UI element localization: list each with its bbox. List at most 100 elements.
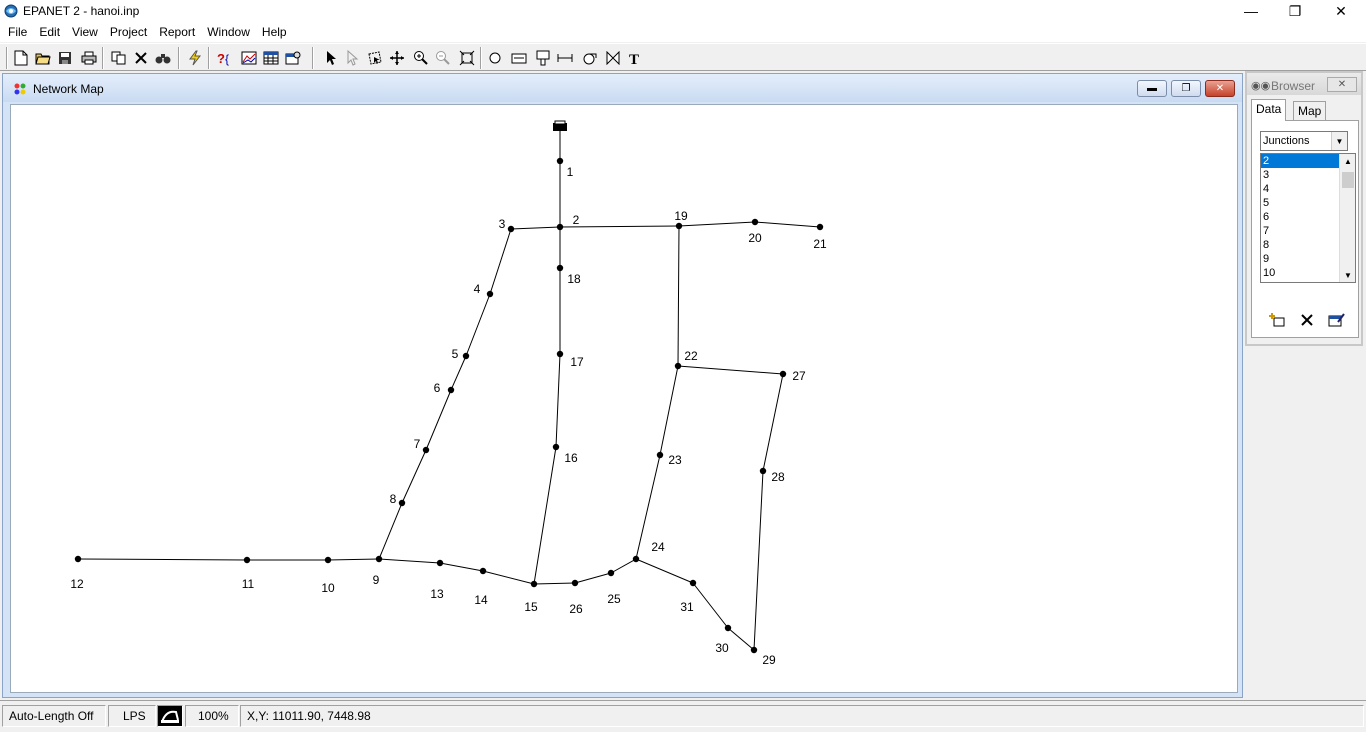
- pipe-22-23[interactable]: [659, 365, 679, 456]
- junction-node-18[interactable]: [556, 264, 564, 272]
- find-icon[interactable]: [152, 47, 174, 69]
- restore-button[interactable]: ❐: [1272, 0, 1318, 22]
- list-item[interactable]: 2: [1261, 154, 1339, 168]
- add-tank-icon[interactable]: [532, 47, 554, 69]
- edit-object-icon[interactable]: [1326, 309, 1348, 331]
- full-extent-icon[interactable]: [456, 47, 478, 69]
- add-object-icon[interactable]: [1266, 309, 1288, 331]
- pipe-5-6[interactable]: [450, 355, 467, 391]
- close-button[interactable]: ✕: [1318, 0, 1364, 22]
- copy-icon[interactable]: [108, 47, 130, 69]
- junction-node-2[interactable]: [556, 223, 564, 231]
- pipe-30-31[interactable]: [692, 582, 729, 629]
- pipe-6-7[interactable]: [425, 389, 452, 451]
- junction-node-13[interactable]: [436, 559, 444, 567]
- junction-node-31[interactable]: [689, 579, 697, 587]
- junction-node-7[interactable]: [422, 446, 430, 454]
- junction-node-19[interactable]: [675, 222, 683, 230]
- network-map-minimize-button[interactable]: ▬: [1137, 80, 1167, 97]
- object-category-select[interactable]: Junctions ▼: [1260, 131, 1348, 151]
- pipe-3-4[interactable]: [489, 228, 512, 295]
- new-file-icon[interactable]: [10, 47, 32, 69]
- junction-node-15[interactable]: [530, 580, 538, 588]
- scroll-down-icon[interactable]: ▼: [1340, 268, 1355, 282]
- menu-file[interactable]: File: [2, 22, 33, 42]
- junction-node-22[interactable]: [674, 362, 682, 370]
- pipe-28-29[interactable]: [753, 470, 764, 651]
- junction-node-20[interactable]: [751, 218, 759, 226]
- scroll-up-icon[interactable]: ▲: [1340, 154, 1355, 168]
- junction-node-25[interactable]: [607, 569, 615, 577]
- pipe-31-24[interactable]: [635, 558, 694, 584]
- list-item[interactable]: 5: [1261, 196, 1339, 210]
- junction-node-1[interactable]: [556, 157, 564, 165]
- browser-close-button[interactable]: ✕: [1327, 77, 1357, 92]
- menu-view[interactable]: View: [66, 22, 104, 42]
- add-reservoir-icon[interactable]: [508, 47, 530, 69]
- pipe-19-20[interactable]: [678, 221, 756, 227]
- pipe-27-28[interactable]: [762, 373, 784, 472]
- pipe-13-14[interactable]: [439, 562, 484, 572]
- select-vertex-icon[interactable]: [342, 47, 364, 69]
- junction-node-17[interactable]: [556, 350, 564, 358]
- list-item[interactable]: 4: [1261, 182, 1339, 196]
- auto-length-status[interactable]: Auto-Length Off: [2, 705, 106, 727]
- delete-icon[interactable]: [130, 47, 152, 69]
- pipe-9-13[interactable]: [378, 558, 441, 564]
- pipe-16-17[interactable]: [555, 353, 561, 448]
- zoom-out-icon[interactable]: [432, 47, 454, 69]
- pipe-15-16[interactable]: [533, 446, 557, 585]
- pipe-26-15[interactable]: [533, 582, 576, 585]
- menu-edit[interactable]: Edit: [33, 22, 66, 42]
- pipe-2-3[interactable]: [510, 226, 561, 230]
- junction-node-5[interactable]: [462, 352, 470, 360]
- table-icon[interactable]: [260, 47, 282, 69]
- junction-node-8[interactable]: [398, 499, 406, 507]
- network-map-drawing[interactable]: 12345678910111213 14 151617181920 212223242…: [11, 105, 1237, 692]
- add-valve-icon[interactable]: [602, 47, 624, 69]
- junction-node-26[interactable]: [571, 579, 579, 587]
- graph-icon[interactable]: [238, 47, 260, 69]
- network-map-canvas[interactable]: 1 2 3 4 5 6 7 8 9 10 11 12 13 14 15 16 17 18 19 20 21 22 23 24 2…: [10, 104, 1238, 693]
- list-item[interactable]: 6: [1261, 210, 1339, 224]
- query-icon[interactable]: ?{: [214, 47, 236, 69]
- add-pipe-icon[interactable]: [554, 47, 576, 69]
- add-pump-icon[interactable]: [578, 47, 600, 69]
- list-item[interactable]: 3: [1261, 168, 1339, 182]
- junction-node-6[interactable]: [447, 386, 455, 394]
- junction-node-3[interactable]: [507, 225, 515, 233]
- scroll-thumb[interactable]: [1342, 172, 1354, 188]
- add-label-icon[interactable]: T: [624, 47, 646, 69]
- object-list[interactable]: 2 3 4 5 6 7 8 9 10 ▲ ▼: [1260, 153, 1356, 283]
- list-item[interactable]: 10: [1261, 266, 1339, 280]
- menu-window[interactable]: Window: [201, 22, 256, 42]
- junction-node-30[interactable]: [724, 624, 732, 632]
- list-item[interactable]: 8: [1261, 238, 1339, 252]
- pipe-29-30[interactable]: [727, 627, 755, 651]
- junction-node-16[interactable]: [552, 443, 560, 451]
- junction-node-10[interactable]: [324, 556, 332, 564]
- pipe-7-8[interactable]: [401, 449, 427, 504]
- pipe-24-25[interactable]: [610, 558, 637, 574]
- menu-help[interactable]: Help: [256, 22, 293, 42]
- select-arrow-icon[interactable]: [320, 47, 342, 69]
- add-junction-icon[interactable]: [484, 47, 506, 69]
- pipe-9-10[interactable]: [327, 558, 380, 561]
- options-icon[interactable]: [282, 47, 304, 69]
- save-icon[interactable]: [54, 47, 76, 69]
- pipe-19-22[interactable]: [677, 225, 680, 367]
- pipe-11-12[interactable]: [77, 558, 248, 561]
- browser-titlebar[interactable]: ◉◉ Browser ✕: [1247, 73, 1361, 95]
- pipe-8-9[interactable]: [378, 502, 403, 560]
- pipe-20-21[interactable]: [754, 221, 821, 228]
- list-item[interactable]: 9: [1261, 252, 1339, 266]
- pipe-14-15[interactable]: [482, 570, 535, 585]
- chevron-down-icon[interactable]: ▼: [1331, 132, 1347, 150]
- minimize-button[interactable]: —: [1228, 0, 1274, 22]
- pipe-25-26[interactable]: [574, 572, 612, 584]
- junction-node-14[interactable]: [479, 567, 487, 575]
- tab-map[interactable]: Map: [1293, 101, 1327, 121]
- list-item[interactable]: 7: [1261, 224, 1339, 238]
- delete-object-icon[interactable]: [1296, 309, 1318, 331]
- menu-project[interactable]: Project: [104, 22, 153, 42]
